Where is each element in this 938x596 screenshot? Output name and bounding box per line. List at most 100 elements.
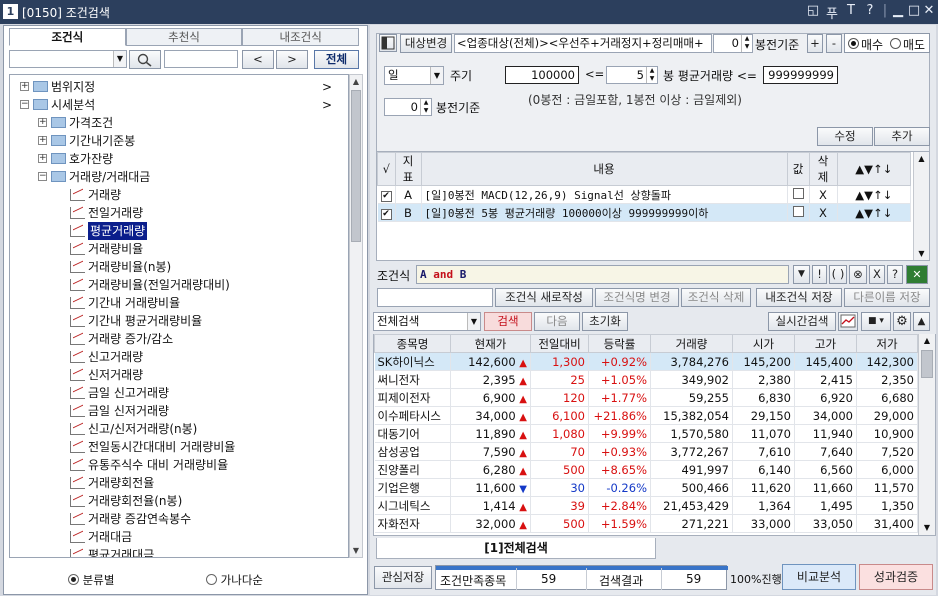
bar-offset-stepper[interactable]: 0 ▲ ▼ <box>384 98 432 116</box>
tab-conditions[interactable]: 조건식 <box>9 28 126 46</box>
view-options-button[interactable]: ■ ▾ <box>861 312 891 331</box>
sort-alphabetical-radio[interactable]: 가나다순 <box>206 572 263 588</box>
result-row[interactable]: 써니전자 2,395 ▲ 25 +1.05% 349,902 2,380 2,415 2,35… <box>374 370 918 389</box>
condition-scrollbar[interactable]: ▲ ▼ <box>913 152 929 260</box>
all-button[interactable]: 전체 <box>314 50 359 69</box>
sell-radio-icon[interactable] <box>890 38 901 49</box>
stock-name[interactable]: 피제이전자 <box>374 388 451 407</box>
expand-icon[interactable]: + <box>20 82 29 91</box>
pin-icon[interactable]: 푸 <box>824 3 840 22</box>
save-watchlist-button[interactable]: 관심저장 <box>374 566 432 589</box>
tree-item[interactable]: 거래량 증감연속봉수 <box>10 510 348 528</box>
search-input[interactable] <box>164 50 238 68</box>
save-as-button[interactable]: 다른이름 저장 <box>844 288 930 307</box>
search-scope-select[interactable]: 전체검색 ▼ <box>373 312 481 331</box>
stepper-arrows-icon[interactable]: ▲ ▼ <box>420 99 431 115</box>
buy-label[interactable]: 매수 <box>861 36 883 53</box>
delete-condition-button[interactable]: 조건식 삭제 <box>681 288 751 307</box>
tree-folder[interactable]: + 호가잔량 <box>10 150 348 168</box>
tree-item[interactable]: 거래량비율 <box>10 240 348 258</box>
tree-folder[interactable]: + 기간내기준봉 <box>10 132 348 150</box>
formula-clear-button[interactable]: X <box>869 265 885 284</box>
result-row[interactable]: 자화전자 32,000 ▲ 500 +1.59% 271,221 33,000 33,050… <box>374 514 918 533</box>
add-button[interactable]: 추가 <box>874 127 930 146</box>
tree-folder[interactable]: − 시세분석 > <box>10 96 348 114</box>
new-condition-button[interactable]: 조건식 새로작성 <box>495 288 593 307</box>
condition-row[interactable]: ✔ B [일]0봉전 5봉 평균거래량 100000이상 999999999이하 X ▲… <box>377 203 911 222</box>
expand-icon[interactable]: + <box>38 118 47 127</box>
scroll-thumb[interactable] <box>921 350 933 378</box>
formula-xor-button[interactable]: ⊗ <box>849 265 867 284</box>
buy-radio-icon[interactable] <box>848 38 859 49</box>
close-icon[interactable]: ✕ <box>921 3 937 18</box>
prev-button[interactable]: < <box>242 50 274 69</box>
compare-analysis-button[interactable]: 비교분석 <box>782 564 856 590</box>
condition-row[interactable]: ✔ A [일]0봉전 MACD(12,26,9) Signal선 상향돌파 X ▲▼↑↓ <box>377 185 911 204</box>
scroll-up-icon[interactable]: ▲ <box>350 75 362 88</box>
search-button[interactable] <box>129 50 161 69</box>
plus-button[interactable]: + <box>807 34 823 53</box>
stepper-arrows-icon[interactable]: ▲ ▼ <box>741 35 752 52</box>
period-select[interactable]: 일 ▼ <box>384 66 444 85</box>
stock-name[interactable]: 자화전자 <box>374 514 451 533</box>
help-icon[interactable]: ? <box>862 3 878 18</box>
value-checkbox[interactable] <box>792 187 804 199</box>
formula-input[interactable]: A and B <box>416 265 789 284</box>
tree-arrow-icon[interactable]: > <box>322 96 332 114</box>
stock-name[interactable]: 시그네틱스 <box>374 496 451 515</box>
volume-min-input[interactable]: 100000 <box>505 66 579 84</box>
dropdown-arrow-icon[interactable]: ▼ <box>467 313 480 330</box>
tree-item[interactable]: 기간내 평균거래량비율 <box>10 312 348 330</box>
stock-name[interactable]: 삼성공업 <box>374 442 451 461</box>
stock-name[interactable]: 써니전자 <box>374 370 451 389</box>
next-button[interactable]: > <box>276 50 308 69</box>
volume-max-input[interactable]: 999999999 <box>763 66 838 84</box>
tree-item[interactable]: 거래량회전율 <box>10 474 348 492</box>
scroll-up-icon[interactable]: ▲ <box>914 152 929 165</box>
tree-item[interactable]: 기간내 거래량비율 <box>10 294 348 312</box>
font-icon[interactable]: T <box>843 3 859 18</box>
scroll-down-icon[interactable]: ▼ <box>914 247 929 260</box>
bars-stepper[interactable]: 5 ▲ ▼ <box>606 66 658 84</box>
delete-button[interactable]: X <box>809 185 838 204</box>
tree-folder[interactable]: + 가격조건 <box>10 114 348 132</box>
search-combo[interactable]: ▼ <box>9 50 127 68</box>
collapse-button[interactable]: ▲ <box>913 312 930 331</box>
dropdown-arrow-icon[interactable]: ▼ <box>113 51 126 67</box>
edit-button[interactable]: 수정 <box>817 127 873 146</box>
result-row[interactable]: 시그네틱스 1,414 ▲ 39 +2.84% 21,453,429 1,364 1,495… <box>374 496 918 515</box>
scroll-up-icon[interactable]: ▲ <box>919 334 935 348</box>
tab-recommended[interactable]: 추천식 <box>125 28 243 46</box>
scroll-down-icon[interactable]: ▼ <box>919 521 935 535</box>
rename-condition-button[interactable]: 조건식명 변경 <box>595 288 679 307</box>
result-row[interactable]: 진양폴리 6,280 ▲ 500 +8.65% 491,997 6,140 6,560 6,0… <box>374 460 918 479</box>
result-row[interactable]: 삼성공업 7,590 ▲ 70 +0.93% 3,772,267 7,610 7,640 7,… <box>374 442 918 461</box>
settings-button[interactable]: ⚙ <box>893 312 911 331</box>
tree-arrow-icon[interactable]: > <box>322 78 332 96</box>
stock-name[interactable]: 진양폴리 <box>374 460 451 479</box>
condition-name-input[interactable] <box>377 288 493 307</box>
value-checkbox[interactable] <box>792 205 804 217</box>
next-page-button[interactable]: 다음 <box>534 312 580 331</box>
stock-name[interactable]: 기업은행 <box>374 478 451 497</box>
condition-checkbox[interactable]: ✔ <box>380 191 392 202</box>
excel-button[interactable]: ✕ <box>906 265 928 284</box>
tree-item[interactable]: 거래량 증가/감소 <box>10 330 348 348</box>
minimize-icon[interactable]: ▁ <box>890 3 906 18</box>
tree-item[interactable]: 신고/신저거래량(n봉) <box>10 420 348 438</box>
tree-item[interactable]: 평균거래량 <box>10 222 348 240</box>
tree-item[interactable]: 신고거래량 <box>10 348 348 366</box>
minus-button[interactable]: - <box>826 34 842 53</box>
tab-my-conditions[interactable]: 내조건식 <box>242 28 360 46</box>
tree-folder[interactable]: + 범위지정 > <box>10 78 348 96</box>
tree-item[interactable]: 거래량비율(n봉) <box>10 258 348 276</box>
tree-item[interactable]: 금일 신저거래량 <box>10 402 348 420</box>
chart-button[interactable] <box>838 312 858 331</box>
stock-name[interactable]: SK하이닉스 <box>374 352 451 371</box>
condition-checkbox[interactable]: ✔ <box>380 209 392 220</box>
expand-icon[interactable]: + <box>38 154 47 163</box>
tree-item[interactable]: 거래대금 <box>10 528 348 546</box>
result-row[interactable]: SK하이닉스 142,600 ▲ 1,300 +0.92% 3,784,276 145,2… <box>374 352 918 371</box>
result-row[interactable]: 대동기어 11,890 ▲ 1,080 +9.99% 1,570,580 11,070 11… <box>374 424 918 443</box>
result-row[interactable]: 이수페타시스 34,000 ▲ 6,100 +21.86% 15,382,054 29,1… <box>374 406 918 425</box>
